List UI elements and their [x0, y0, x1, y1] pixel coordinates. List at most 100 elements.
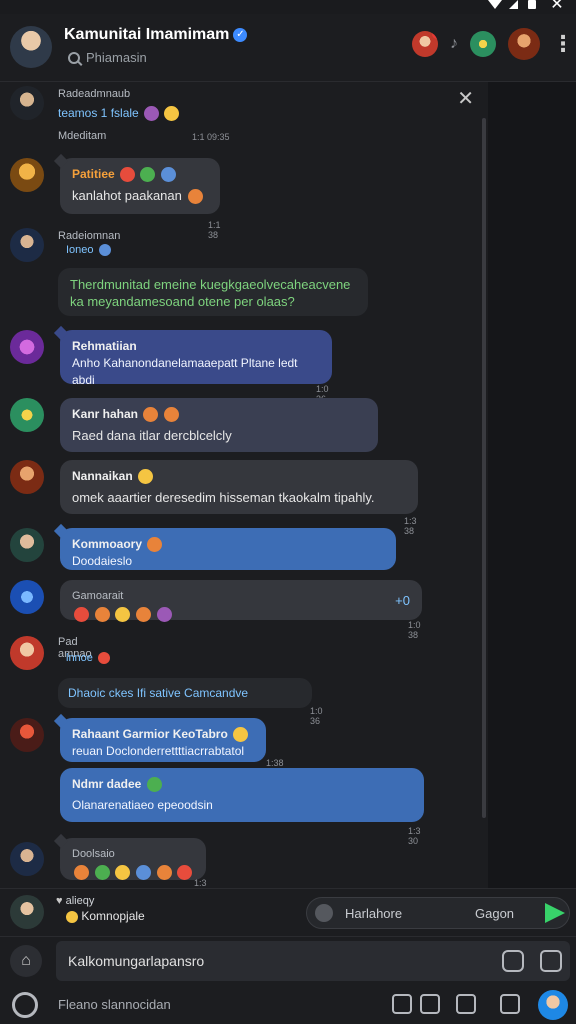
message-input[interactable] — [56, 941, 486, 981]
emoji-icon — [146, 777, 162, 793]
message-input-row: ⌂ — [0, 936, 576, 984]
emoji-icon — [156, 865, 172, 881]
message-bubble[interactable]: Rahaant Garmior KeoTabro reuan Doclonder… — [60, 718, 266, 762]
sender-name: Kanr hahan — [72, 406, 366, 423]
message-bubble[interactable]: Therdmunitad emeine kuegkgaeolvecaheacve… — [58, 268, 368, 316]
gallery-icon[interactable] — [540, 950, 562, 972]
avatar[interactable] — [10, 528, 44, 562]
avatar[interactable] — [10, 636, 44, 670]
sender-name: Radeiomnan — [58, 230, 121, 242]
avatar[interactable] — [10, 580, 44, 614]
emoji-icon — [163, 407, 179, 423]
sender-name: Rahaant Garmior KeoTabro — [72, 726, 254, 743]
message-line: Ioneo — [66, 244, 266, 257]
member-avatar[interactable]: 2 — [412, 31, 438, 57]
message-bubble[interactable]: Doolsaio — [60, 838, 206, 881]
emoji-icon — [233, 727, 249, 743]
quick-reply-pill[interactable]: Harlahore Gagon — [306, 897, 570, 929]
sender-name: Ndmr dadee — [72, 776, 412, 793]
close-thread-icon[interactable]: ✕ — [457, 86, 474, 111]
timestamp: 1:0 36 — [310, 706, 323, 726]
timestamp: 1:3 38 — [404, 516, 417, 536]
sender-name: Nannaikan — [72, 468, 406, 485]
emoji-icon — [177, 865, 193, 881]
emoji-icon — [74, 865, 89, 881]
message-body: omek aaartier deresedim hisseman tkaokal… — [72, 490, 375, 505]
read-receipt: +0 — [395, 593, 410, 608]
avatar[interactable] — [10, 718, 44, 752]
message-body: Anho Kahanondanelamaaepatt Pltane ledt a… — [72, 356, 298, 387]
sender-name: Rehmatiian — [72, 339, 137, 353]
message-input-box — [56, 941, 570, 981]
emoji-icon — [94, 865, 110, 881]
emoji-picker-icon[interactable] — [315, 904, 333, 922]
emoji-icon — [98, 244, 111, 257]
emoji-icon — [115, 607, 131, 623]
emoji-icon — [147, 537, 163, 553]
message-bubble[interactable]: Gamoarait +0 — [60, 580, 422, 623]
timestamp: 1:1 09:35 — [192, 132, 230, 142]
scrollbar[interactable] — [482, 118, 486, 818]
sender-name: Patitiee — [72, 166, 208, 183]
reply-name: Komnopjale — [66, 909, 145, 923]
quick-reply-right[interactable]: Gagon — [475, 906, 514, 921]
avatar[interactable] — [10, 398, 44, 432]
emoji-icon — [143, 407, 159, 423]
bottom-placeholder[interactable]: Fleano slannocidan — [58, 997, 171, 1012]
timestamp: 1:38 — [266, 758, 284, 768]
chat-title[interactable]: Kamunitai Imamimam — [64, 26, 229, 44]
close-icon[interactable]: ✕ — [548, 0, 566, 14]
camera-icon[interactable] — [502, 950, 524, 972]
timestamp: 1:3 30 — [408, 826, 421, 846]
emoji-row — [72, 863, 194, 881]
message-bubble[interactable]: Kanr hahan Raed dana itlar dercblcelcly — [60, 398, 378, 452]
emoji-icon — [164, 106, 180, 122]
send-icon[interactable] — [545, 903, 565, 923]
message-bubble[interactable]: Rehmatiian Anho Kahanondanelamaaepatt Pl… — [60, 330, 332, 387]
profile-avatar[interactable] — [508, 28, 540, 60]
message-line: teamos 1 fslale — [58, 106, 278, 122]
home-icon[interactable]: ⌂ — [10, 945, 42, 977]
grid-icon[interactable] — [392, 994, 412, 1014]
wifi-icon — [488, 0, 502, 9]
camera-icon[interactable] — [500, 994, 520, 1014]
avatar[interactable] — [10, 158, 44, 192]
battery-icon — [528, 0, 536, 9]
notification-badge: 2 — [432, 31, 438, 39]
search-icon[interactable] — [12, 992, 38, 1018]
verified-icon: ✓ — [233, 28, 248, 42]
message-bubble[interactable]: Patitiee kanlahot paakanan — [60, 158, 220, 214]
avatar[interactable] — [10, 460, 44, 494]
avatar[interactable] — [10, 895, 44, 929]
emoji-icon — [97, 652, 110, 665]
signal-icon — [509, 0, 518, 9]
message-bubble[interactable]: Dhaoic ckes Ifi sative Camcandve — [58, 678, 312, 708]
group-avatar[interactable] — [10, 26, 52, 68]
heart-icon: ♥ — [56, 895, 63, 907]
emoji-icon — [135, 865, 151, 881]
emoji-icon — [115, 865, 131, 881]
profile-avatar[interactable] — [538, 990, 568, 1020]
message-body: Therdmunitad emeine kuegkgaeolvecaheacve… — [70, 277, 351, 309]
mute-icon[interactable]: ♪ — [450, 35, 458, 53]
quick-reply-left[interactable]: Harlahore — [345, 906, 402, 921]
search-icon[interactable] — [68, 51, 80, 64]
sticker-icon[interactable] — [420, 994, 440, 1014]
sender-name: Kommoaory — [72, 536, 384, 553]
emoji-icon — [94, 607, 110, 623]
timestamp: 1:0 38 — [408, 620, 421, 640]
avatar[interactable] — [10, 842, 44, 876]
message-bubble[interactable]: Nannaikan omek aaartier deresedim hissem… — [60, 460, 418, 514]
emoji-icon — [135, 607, 151, 623]
image-icon[interactable] — [456, 994, 476, 1014]
more-options-icon[interactable]: ⋮ — [552, 33, 574, 55]
message-bubble[interactable]: Ndmr dadee Olanarenatiaeo epeoodsin — [60, 768, 424, 822]
online-member-avatar[interactable] — [470, 31, 496, 57]
message-line: lnnoe — [66, 652, 226, 665]
avatar[interactable] — [10, 330, 44, 364]
message-text: teamos 1 fslale — [58, 106, 139, 120]
avatar[interactable] — [10, 86, 44, 120]
message-list[interactable]: ✕ Radeadmnaub teamos 1 fslale Mdeditam 1… — [0, 82, 488, 898]
avatar[interactable] — [10, 228, 44, 262]
message-bubble[interactable]: Kommoaory Doodaieslo — [60, 528, 396, 570]
